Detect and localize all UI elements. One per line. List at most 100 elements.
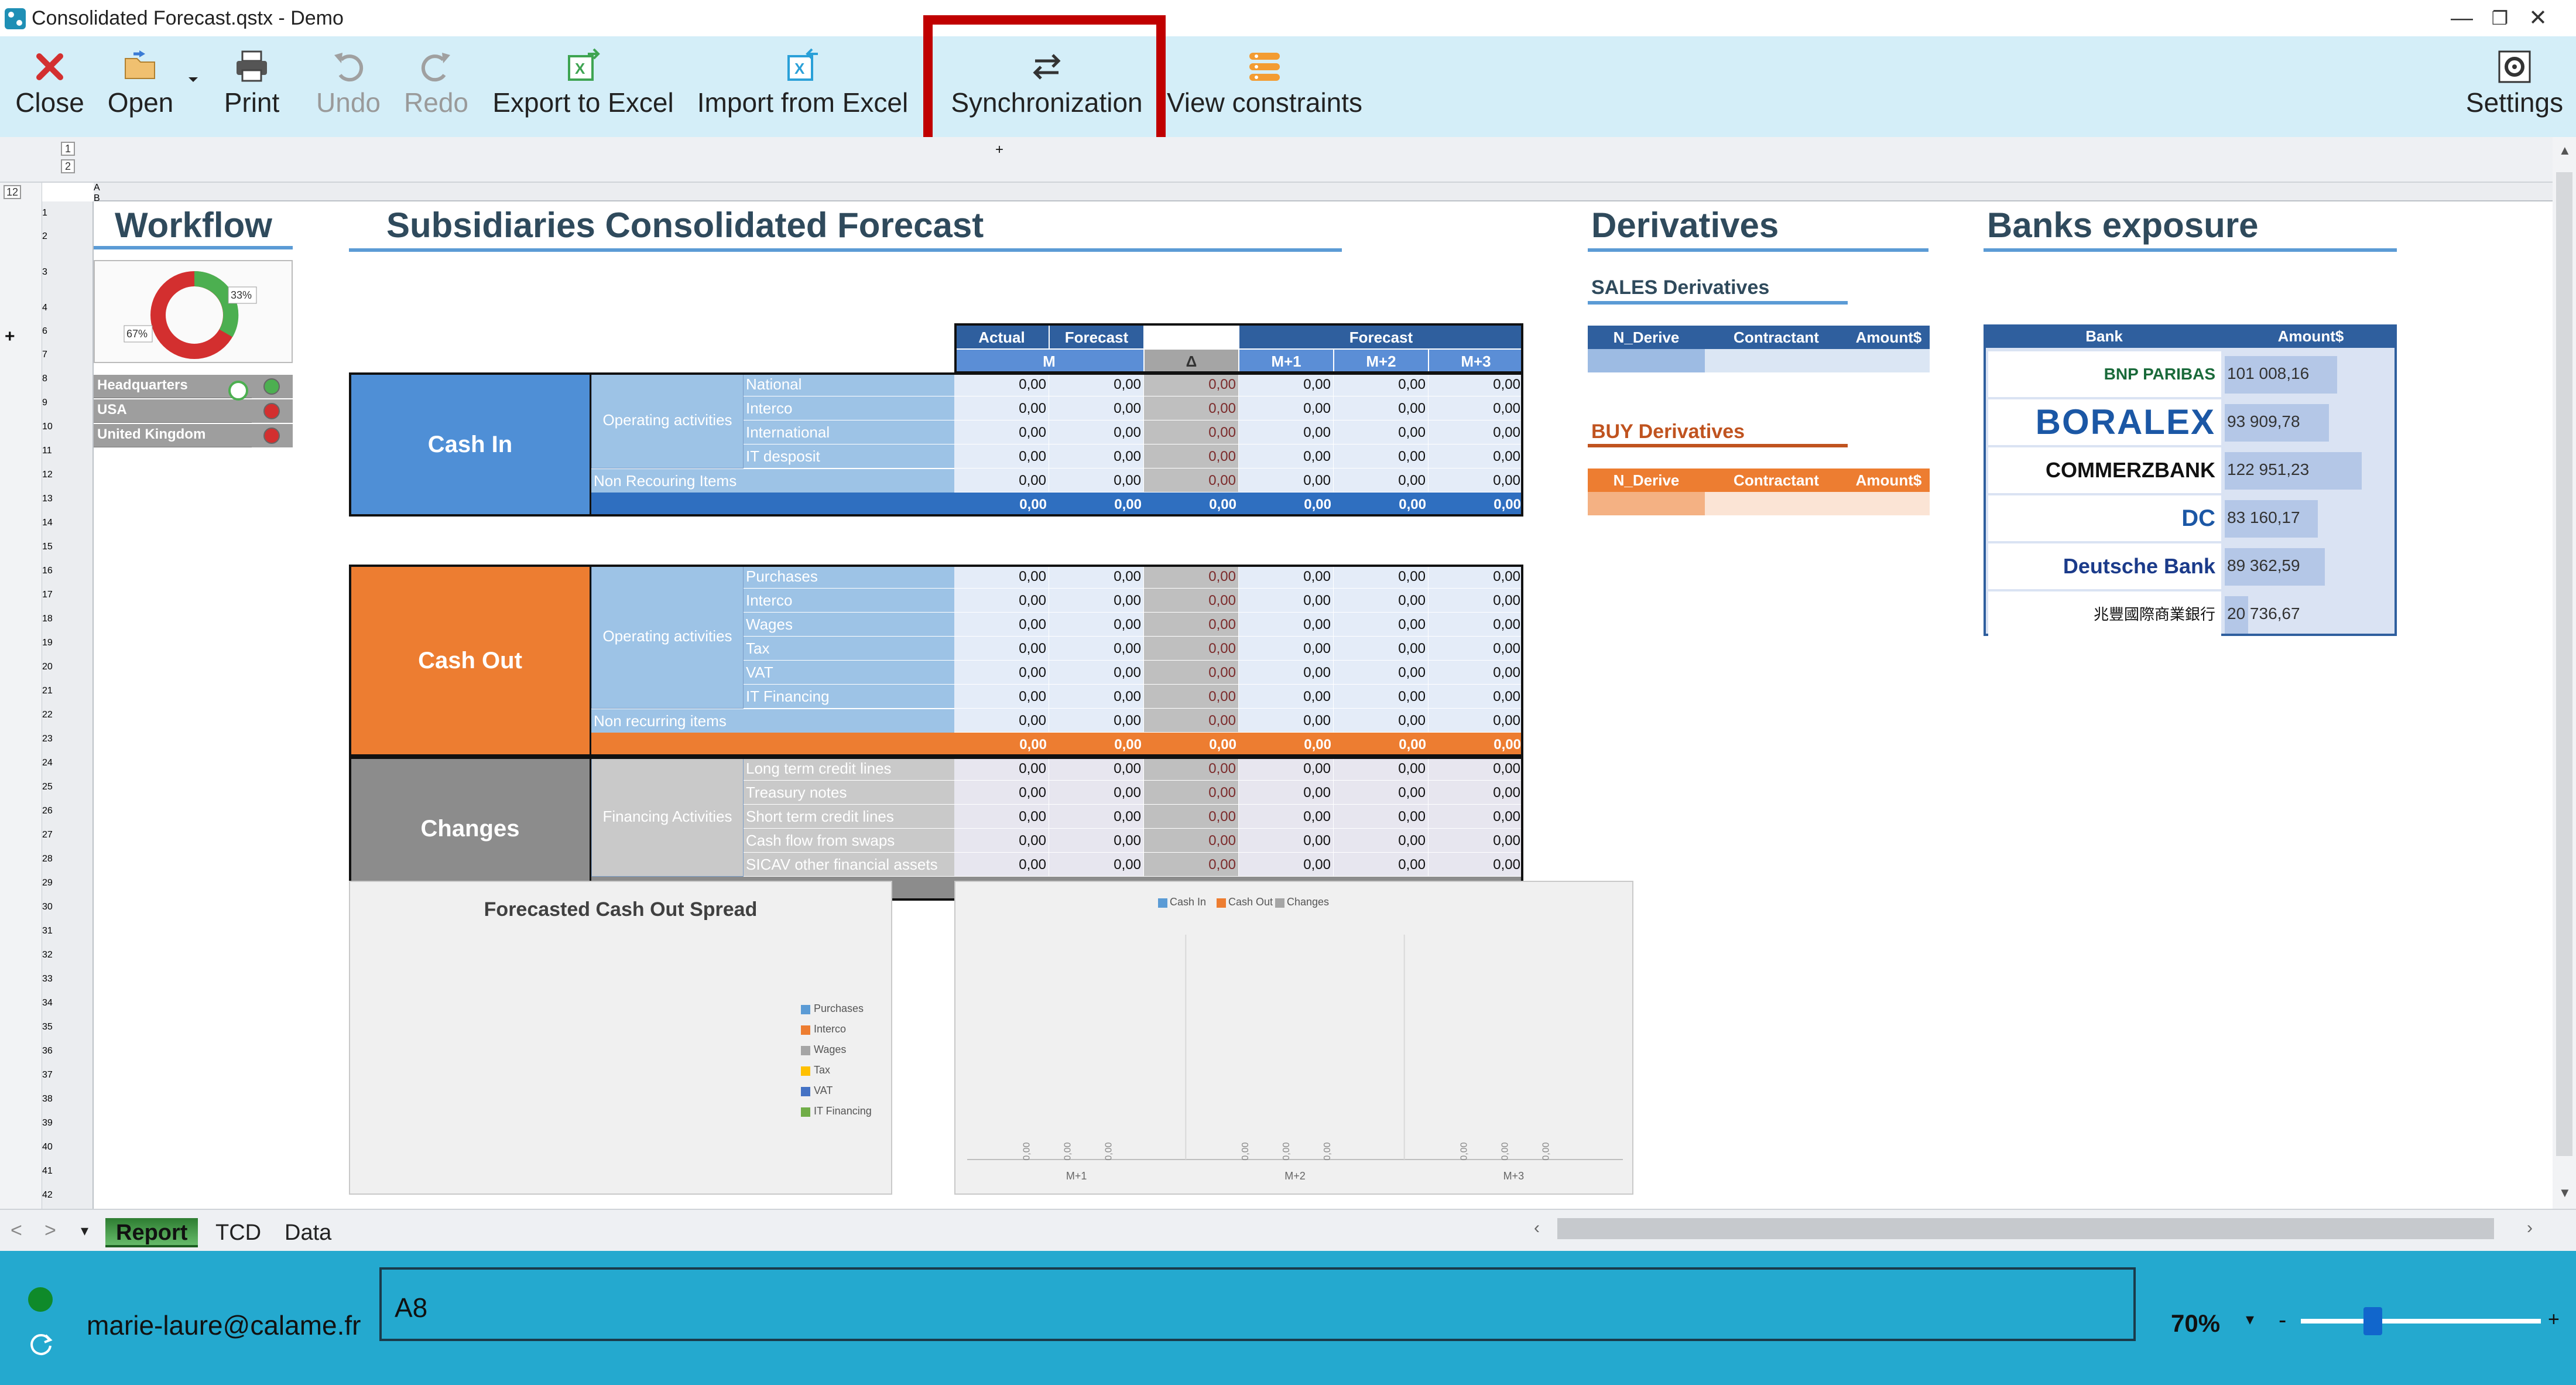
export-excel-button[interactable]: X Export to Excel — [491, 36, 676, 137]
row-header-cell[interactable]: 29 — [42, 871, 93, 895]
workflow-item-label[interactable]: United Kingdom — [97, 426, 205, 443]
redo-button[interactable]: Redo — [398, 36, 474, 137]
value-cell[interactable]: 0,00 — [1334, 685, 1429, 709]
value-cell[interactable]: 0,00 — [1049, 757, 1144, 781]
row-header-cell[interactable]: 24 — [42, 751, 93, 775]
row-header-cell[interactable]: 8 — [42, 367, 93, 391]
value-cell[interactable]: 0,00 — [1429, 565, 1523, 589]
value-cell[interactable]: 0,00 — [1049, 444, 1144, 468]
row-header-cell[interactable]: 37 — [42, 1063, 93, 1087]
total-cell[interactable]: 0,00 — [1049, 733, 1144, 757]
bank-column-header[interactable]: Bank — [1984, 324, 2225, 348]
row-header-cell[interactable]: 12 — [42, 463, 93, 487]
derivative-column-header[interactable]: Amount$ — [1848, 326, 1930, 349]
row-header-cell[interactable]: 17 — [42, 583, 93, 607]
value-cell[interactable]: 0,00 — [1239, 396, 1334, 420]
value-cell[interactable]: 0,00 — [1049, 685, 1144, 709]
value-cell[interactable]: 0,00 — [1334, 613, 1429, 637]
derivative-column-header[interactable]: N_Derive — [1588, 468, 1705, 492]
zoom-in-icon[interactable]: + — [2548, 1308, 2560, 1331]
total-cell[interactable]: 0,00 — [1429, 493, 1523, 517]
row-header-cell[interactable]: 30 — [42, 895, 93, 919]
cell-reference-box[interactable]: A8 — [379, 1267, 2136, 1341]
value-cell[interactable]: 0,00 — [1144, 565, 1239, 589]
value-cell[interactable]: 0,00 — [1239, 589, 1334, 613]
value-cell[interactable]: 0,00 — [1429, 637, 1523, 661]
value-cell[interactable]: 0,00 — [1429, 613, 1523, 637]
value-cell[interactable]: 0,00 — [954, 805, 1049, 829]
total-cell[interactable]: 0,00 — [1239, 733, 1334, 757]
value-cell[interactable]: 0,00 — [1049, 709, 1144, 733]
value-cell[interactable]: 0,00 — [1429, 829, 1523, 853]
value-cell[interactable]: 0,00 — [1429, 444, 1523, 468]
amount-column-header[interactable]: Amount$ — [2225, 324, 2397, 348]
value-cell[interactable]: 0,00 — [954, 372, 1049, 396]
value-cell[interactable]: 0,00 — [1239, 709, 1334, 733]
row-header-cell[interactable]: 42 — [42, 1183, 93, 1207]
value-cell[interactable]: 0,00 — [954, 444, 1049, 468]
derivative-column-header[interactable]: Amount$ — [1848, 468, 1930, 492]
total-cell[interactable]: 0,00 — [1429, 733, 1523, 757]
value-cell[interactable]: 0,00 — [1429, 661, 1523, 685]
workflow-item-label[interactable]: Headquarters — [97, 377, 188, 394]
value-cell[interactable]: 0,00 — [1239, 444, 1334, 468]
value-cell[interactable]: 0,00 — [1144, 396, 1239, 420]
value-cell[interactable]: 0,00 — [954, 829, 1049, 853]
value-cell[interactable]: 0,00 — [1144, 420, 1239, 444]
row-header-cell[interactable]: 22 — [42, 703, 93, 727]
row-header-cell[interactable]: 39 — [42, 1111, 93, 1135]
value-cell[interactable]: 0,00 — [1144, 709, 1239, 733]
settings-button[interactable]: Settings — [2459, 36, 2570, 137]
refresh-icon[interactable] — [27, 1329, 54, 1356]
value-cell[interactable]: 0,00 — [1144, 589, 1239, 613]
print-button[interactable]: Print — [211, 36, 293, 137]
row-header-cell[interactable]: 13 — [42, 487, 93, 511]
hscroll-left-icon[interactable]: ‹ — [1534, 1218, 1540, 1238]
bank-amount-value[interactable]: 89 362,59 — [2227, 556, 2300, 575]
value-cell[interactable]: 0,00 — [1239, 613, 1334, 637]
row-header-cell[interactable]: 23 — [42, 727, 93, 751]
value-cell[interactable]: 0,00 — [1334, 709, 1429, 733]
value-cell[interactable]: 0,00 — [1049, 853, 1144, 877]
value-cell[interactable]: 0,00 — [1144, 781, 1239, 805]
derivative-column-header[interactable]: Contractant — [1705, 326, 1848, 349]
tab-data[interactable]: Data — [274, 1218, 342, 1247]
row-header-cell[interactable]: 6 — [42, 320, 93, 343]
open-button[interactable]: Open — [100, 36, 181, 137]
row-header-cell[interactable]: 10 — [42, 415, 93, 439]
zoom-out-icon[interactable]: - — [2279, 1307, 2286, 1333]
value-cell[interactable]: 0,00 — [1334, 781, 1429, 805]
value-cell[interactable]: 0,00 — [1239, 805, 1334, 829]
value-cell[interactable]: 0,00 — [1144, 613, 1239, 637]
workflow-item-label[interactable]: USA — [97, 402, 127, 418]
total-cell[interactable]: 0,00 — [954, 493, 1049, 517]
value-cell[interactable]: 0,00 — [1144, 444, 1239, 468]
value-cell[interactable]: 0,00 — [1144, 468, 1239, 493]
value-cell[interactable]: 0,00 — [954, 757, 1049, 781]
value-cell[interactable]: 0,00 — [1429, 420, 1523, 444]
value-cell[interactable]: 0,00 — [1429, 853, 1523, 877]
value-cell[interactable]: 0,00 — [1239, 565, 1334, 589]
value-cell[interactable]: 0,00 — [1334, 565, 1429, 589]
value-cell[interactable]: 0,00 — [1429, 468, 1523, 493]
view-constraints-button[interactable]: View constraints — [1165, 36, 1364, 137]
value-cell[interactable]: 0,00 — [954, 637, 1049, 661]
value-cell[interactable]: 0,00 — [1239, 420, 1334, 444]
row-header-cell[interactable]: 35 — [42, 1015, 93, 1039]
value-cell[interactable]: 0,00 — [1429, 805, 1523, 829]
value-cell[interactable]: 0,00 — [1239, 661, 1334, 685]
row-header-cell[interactable]: 18 — [42, 607, 93, 631]
value-cell[interactable]: 0,00 — [1049, 396, 1144, 420]
row-header-cell[interactable]: 26 — [42, 799, 93, 823]
value-cell[interactable]: 0,00 — [1049, 565, 1144, 589]
value-cell[interactable]: 0,00 — [1049, 637, 1144, 661]
row-header-cell[interactable]: 38 — [42, 1087, 93, 1111]
tab-next-icon[interactable]: > — [44, 1219, 56, 1242]
zoom-dropdown-icon[interactable]: ▾ — [2246, 1309, 2254, 1329]
value-cell[interactable]: 0,00 — [954, 468, 1049, 493]
row-header-cell[interactable]: 2 — [42, 225, 93, 248]
derivative-row-cell[interactable] — [1588, 349, 1705, 372]
expand-col-icon[interactable]: + — [995, 142, 1003, 158]
row-header-cell[interactable]: 32 — [42, 943, 93, 967]
value-cell[interactable]: 0,00 — [1049, 613, 1144, 637]
